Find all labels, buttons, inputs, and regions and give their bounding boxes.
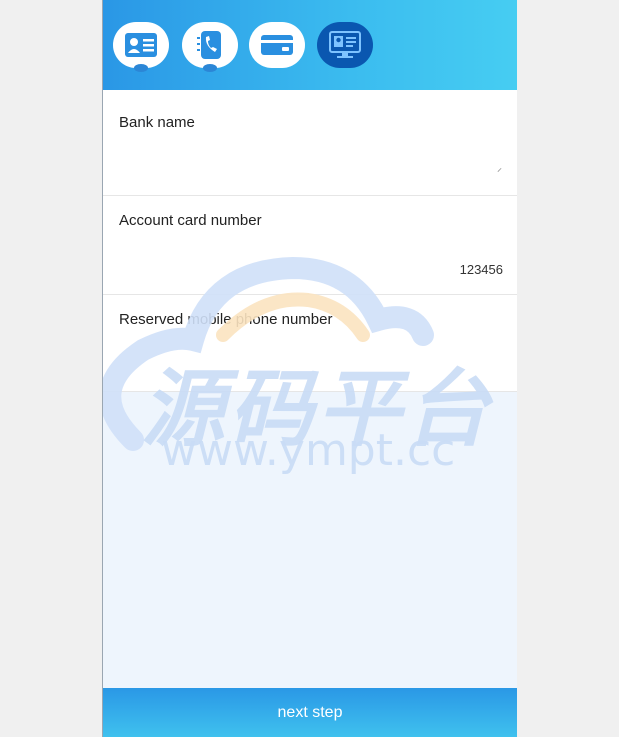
bank-name-label: Bank name [119, 114, 195, 131]
card-number-value[interactable]: 123456 [460, 262, 503, 277]
step-2-indicator [203, 64, 217, 72]
bank-name-picker-marker: ⸝ [497, 163, 502, 174]
step-3-button[interactable] [249, 22, 305, 68]
step-2-button[interactable] [182, 22, 238, 72]
watermark-url-text: www.ympt.cc [161, 425, 456, 476]
bank-name-row: Bank name ⸝ [103, 90, 517, 196]
step-header [103, 0, 517, 90]
bank-card-icon [261, 35, 293, 55]
phone-icon [197, 31, 221, 59]
card-number-label: Account card number [119, 212, 262, 229]
phone-input[interactable] [303, 357, 503, 377]
bank-name-input[interactable] [303, 156, 503, 176]
step-4-button[interactable] [317, 22, 373, 68]
step-1-button[interactable] [113, 22, 169, 72]
phone-screen: Bank name ⸝ Account card number 123456 R… [102, 0, 517, 737]
next-step-button[interactable]: next step [103, 688, 517, 737]
phone-row: Reserved mobile phone number [103, 295, 517, 392]
id-badge-icon [329, 31, 361, 58]
step-1-indicator [134, 64, 148, 72]
next-step-label: next step [277, 703, 343, 721]
phone-label: Reserved mobile phone number [119, 311, 333, 328]
card-number-row: Account card number 123456 [103, 196, 517, 295]
id-card-icon [125, 33, 157, 57]
bank-form: Bank name ⸝ Account card number 123456 R… [103, 90, 517, 392]
